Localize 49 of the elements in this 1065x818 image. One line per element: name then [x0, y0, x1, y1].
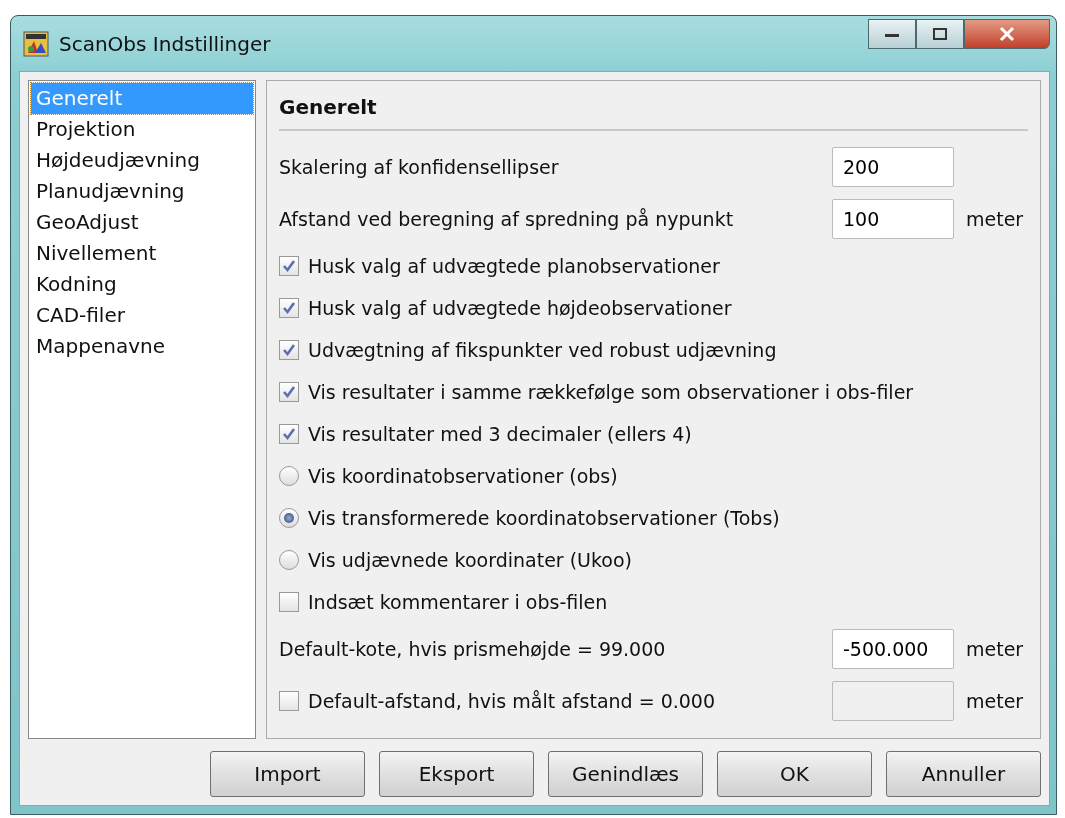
- radio-label: Vis udjævnede koordinater (Ukoo): [308, 549, 632, 571]
- close-icon: [998, 26, 1016, 42]
- radio-label: Vis transformerede koordinatobservationer (Tobs): [308, 507, 780, 529]
- unit-label: meter: [966, 690, 1025, 712]
- app-icon: [23, 30, 49, 57]
- dialog-button[interactable]: Eksport: [379, 751, 534, 797]
- checkbox[interactable]: [279, 382, 299, 402]
- dialog-button[interactable]: Import: [210, 751, 365, 797]
- radio-label: Vis koordinatobservationer (obs): [308, 465, 618, 487]
- checkbox[interactable]: [279, 592, 299, 612]
- radio-button[interactable]: [279, 508, 299, 528]
- radio-button[interactable]: [279, 550, 299, 570]
- checkbox-label: Vis resultater i samme rækkefølge som observationer i obs-filer: [308, 381, 914, 403]
- maximize-icon: [932, 27, 948, 41]
- checkbox-label: Indsæt kommentarer i obs-filen: [308, 591, 608, 613]
- radio-button[interactable]: [279, 466, 299, 486]
- dialog-button[interactable]: Annuller: [886, 751, 1041, 797]
- checkbox[interactable]: [279, 256, 299, 276]
- close-button[interactable]: [964, 19, 1050, 49]
- unit-label: meter: [966, 638, 1025, 660]
- section-heading: Generelt: [279, 94, 378, 121]
- minimize-button[interactable]: [868, 19, 916, 49]
- checkbox-label: Vis resultater med 3 decimaler (ellers 4): [308, 423, 692, 445]
- checkbox-label: Default-afstand, hvis målt afstand = 0.000: [308, 690, 717, 712]
- checkbox-label: Husk valg af udvægtede højdeobservationer: [308, 297, 732, 319]
- dialog-button[interactable]: Genindlæs: [548, 751, 703, 797]
- window-title: ScanObs Indstillinger: [59, 31, 271, 56]
- input-field[interactable]: 100: [832, 199, 954, 239]
- input-field[interactable]: -500.000: [832, 629, 954, 669]
- setting-label: Default-kote, hvis prismehøjde = 99.000: [279, 638, 667, 660]
- category-item[interactable]: Mappenavne: [31, 331, 253, 362]
- category-item[interactable]: Nivellement: [31, 238, 253, 269]
- maximize-button[interactable]: [916, 19, 964, 49]
- category-item[interactable]: CAD-filer: [31, 300, 253, 331]
- setting-label: Skalering af konfidensellipser: [279, 156, 560, 178]
- category-item[interactable]: Projektion: [31, 114, 253, 145]
- checkbox-label: Husk valg af udvægtede planobservationer: [308, 255, 720, 277]
- unit-label: meter: [966, 208, 1025, 230]
- setting-label: Afstand ved beregning af spredning på nypunkt: [279, 208, 735, 230]
- checkbox[interactable]: [279, 298, 299, 318]
- input-field[interactable]: 200: [832, 147, 954, 187]
- checkbox[interactable]: [279, 340, 299, 360]
- category-item[interactable]: GeoAdjust: [31, 207, 253, 238]
- category-item[interactable]: Kodning: [31, 269, 253, 300]
- checkbox-label: Udvægtning af fikspunkter ved robust udjævning: [308, 339, 777, 361]
- category-item[interactable]: Højdeudjævning: [31, 145, 253, 176]
- dialog-button[interactable]: OK: [717, 751, 872, 797]
- checkbox[interactable]: [279, 424, 299, 444]
- category-item[interactable]: Planudjævning: [31, 176, 253, 207]
